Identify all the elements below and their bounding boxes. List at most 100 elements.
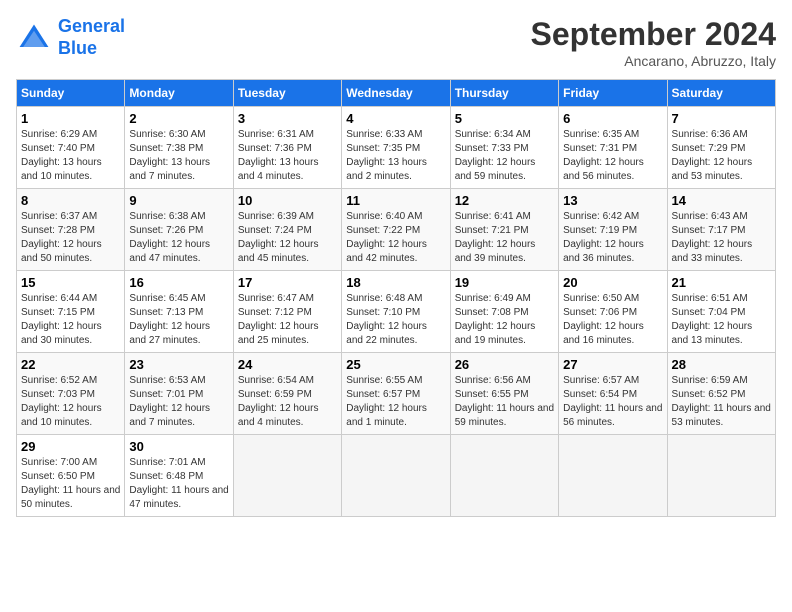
day-info: Sunrise: 6:43 AM Sunset: 7:17 PM Dayligh… <box>672 210 771 266</box>
day-number: 23 <box>129 357 228 372</box>
day-number: 21 <box>672 275 771 290</box>
day-info: Sunrise: 6:54 AM Sunset: 6:59 PM Dayligh… <box>238 374 337 430</box>
day-number: 30 <box>129 439 228 454</box>
day-number: 20 <box>563 275 662 290</box>
calendar-cell: 25 Sunrise: 6:55 AM Sunset: 6:57 PM Dayl… <box>342 353 450 435</box>
page-header: General Blue September 2024 Ancarano, Ab… <box>16 16 776 69</box>
calendar-cell: 28 Sunrise: 6:59 AM Sunset: 6:52 PM Dayl… <box>667 353 775 435</box>
calendar-cell: 16 Sunrise: 6:45 AM Sunset: 7:13 PM Dayl… <box>125 271 233 353</box>
day-info: Sunrise: 6:41 AM Sunset: 7:21 PM Dayligh… <box>455 210 554 266</box>
day-number: 2 <box>129 111 228 126</box>
day-info: Sunrise: 6:42 AM Sunset: 7:19 PM Dayligh… <box>563 210 662 266</box>
calendar-cell: 19 Sunrise: 6:49 AM Sunset: 7:08 PM Dayl… <box>450 271 558 353</box>
day-number: 7 <box>672 111 771 126</box>
day-info: Sunrise: 6:31 AM Sunset: 7:36 PM Dayligh… <box>238 128 337 184</box>
calendar-cell: 13 Sunrise: 6:42 AM Sunset: 7:19 PM Dayl… <box>559 189 667 271</box>
calendar-cell <box>559 435 667 517</box>
weekday-header-wednesday: Wednesday <box>342 80 450 107</box>
day-info: Sunrise: 6:59 AM Sunset: 6:52 PM Dayligh… <box>672 374 771 430</box>
day-number: 4 <box>346 111 445 126</box>
day-info: Sunrise: 6:36 AM Sunset: 7:29 PM Dayligh… <box>672 128 771 184</box>
calendar-table: SundayMondayTuesdayWednesdayThursdayFrid… <box>16 79 776 517</box>
day-info: Sunrise: 6:56 AM Sunset: 6:55 PM Dayligh… <box>455 374 554 430</box>
calendar-cell: 5 Sunrise: 6:34 AM Sunset: 7:33 PM Dayli… <box>450 107 558 189</box>
calendar-cell: 1 Sunrise: 6:29 AM Sunset: 7:40 PM Dayli… <box>17 107 125 189</box>
calendar-cell <box>667 435 775 517</box>
day-info: Sunrise: 6:35 AM Sunset: 7:31 PM Dayligh… <box>563 128 662 184</box>
calendar-cell <box>450 435 558 517</box>
calendar-cell: 6 Sunrise: 6:35 AM Sunset: 7:31 PM Dayli… <box>559 107 667 189</box>
weekday-header-sunday: Sunday <box>17 80 125 107</box>
calendar-cell: 29 Sunrise: 7:00 AM Sunset: 6:50 PM Dayl… <box>17 435 125 517</box>
calendar-cell: 2 Sunrise: 6:30 AM Sunset: 7:38 PM Dayli… <box>125 107 233 189</box>
day-info: Sunrise: 6:30 AM Sunset: 7:38 PM Dayligh… <box>129 128 228 184</box>
calendar-cell: 21 Sunrise: 6:51 AM Sunset: 7:04 PM Dayl… <box>667 271 775 353</box>
location-subtitle: Ancarano, Abruzzo, Italy <box>531 53 776 69</box>
logo: General Blue <box>16 16 125 59</box>
weekday-header-friday: Friday <box>559 80 667 107</box>
calendar-cell: 9 Sunrise: 6:38 AM Sunset: 7:26 PM Dayli… <box>125 189 233 271</box>
day-number: 13 <box>563 193 662 208</box>
calendar-cell: 23 Sunrise: 6:53 AM Sunset: 7:01 PM Dayl… <box>125 353 233 435</box>
day-info: Sunrise: 6:40 AM Sunset: 7:22 PM Dayligh… <box>346 210 445 266</box>
day-info: Sunrise: 6:55 AM Sunset: 6:57 PM Dayligh… <box>346 374 445 430</box>
calendar-cell: 18 Sunrise: 6:48 AM Sunset: 7:10 PM Dayl… <box>342 271 450 353</box>
calendar-cell: 7 Sunrise: 6:36 AM Sunset: 7:29 PM Dayli… <box>667 107 775 189</box>
day-number: 3 <box>238 111 337 126</box>
day-info: Sunrise: 6:49 AM Sunset: 7:08 PM Dayligh… <box>455 292 554 348</box>
day-info: Sunrise: 6:33 AM Sunset: 7:35 PM Dayligh… <box>346 128 445 184</box>
day-info: Sunrise: 6:34 AM Sunset: 7:33 PM Dayligh… <box>455 128 554 184</box>
day-info: Sunrise: 6:57 AM Sunset: 6:54 PM Dayligh… <box>563 374 662 430</box>
calendar-cell: 26 Sunrise: 6:56 AM Sunset: 6:55 PM Dayl… <box>450 353 558 435</box>
calendar-cell <box>233 435 341 517</box>
day-number: 9 <box>129 193 228 208</box>
day-number: 10 <box>238 193 337 208</box>
calendar-cell: 20 Sunrise: 6:50 AM Sunset: 7:06 PM Dayl… <box>559 271 667 353</box>
logo-icon <box>16 20 52 56</box>
day-info: Sunrise: 6:47 AM Sunset: 7:12 PM Dayligh… <box>238 292 337 348</box>
day-number: 11 <box>346 193 445 208</box>
day-number: 19 <box>455 275 554 290</box>
day-number: 15 <box>21 275 120 290</box>
day-info: Sunrise: 7:00 AM Sunset: 6:50 PM Dayligh… <box>21 456 120 512</box>
day-info: Sunrise: 6:52 AM Sunset: 7:03 PM Dayligh… <box>21 374 120 430</box>
calendar-cell: 22 Sunrise: 6:52 AM Sunset: 7:03 PM Dayl… <box>17 353 125 435</box>
day-info: Sunrise: 6:48 AM Sunset: 7:10 PM Dayligh… <box>346 292 445 348</box>
calendar-cell <box>342 435 450 517</box>
calendar-cell: 14 Sunrise: 6:43 AM Sunset: 7:17 PM Dayl… <box>667 189 775 271</box>
month-title: September 2024 <box>531 16 776 53</box>
calendar-cell: 12 Sunrise: 6:41 AM Sunset: 7:21 PM Dayl… <box>450 189 558 271</box>
day-info: Sunrise: 6:53 AM Sunset: 7:01 PM Dayligh… <box>129 374 228 430</box>
calendar-cell: 30 Sunrise: 7:01 AM Sunset: 6:48 PM Dayl… <box>125 435 233 517</box>
title-block: September 2024 Ancarano, Abruzzo, Italy <box>531 16 776 69</box>
calendar-cell: 11 Sunrise: 6:40 AM Sunset: 7:22 PM Dayl… <box>342 189 450 271</box>
day-info: Sunrise: 7:01 AM Sunset: 6:48 PM Dayligh… <box>129 456 228 512</box>
calendar-cell: 15 Sunrise: 6:44 AM Sunset: 7:15 PM Dayl… <box>17 271 125 353</box>
calendar-cell: 10 Sunrise: 6:39 AM Sunset: 7:24 PM Dayl… <box>233 189 341 271</box>
day-number: 16 <box>129 275 228 290</box>
day-info: Sunrise: 6:51 AM Sunset: 7:04 PM Dayligh… <box>672 292 771 348</box>
day-number: 17 <box>238 275 337 290</box>
weekday-header-tuesday: Tuesday <box>233 80 341 107</box>
day-number: 28 <box>672 357 771 372</box>
calendar-cell: 3 Sunrise: 6:31 AM Sunset: 7:36 PM Dayli… <box>233 107 341 189</box>
day-number: 12 <box>455 193 554 208</box>
day-number: 25 <box>346 357 445 372</box>
weekday-header-monday: Monday <box>125 80 233 107</box>
day-info: Sunrise: 6:38 AM Sunset: 7:26 PM Dayligh… <box>129 210 228 266</box>
day-number: 1 <box>21 111 120 126</box>
day-number: 29 <box>21 439 120 454</box>
logo-text: General Blue <box>58 16 125 59</box>
day-info: Sunrise: 6:50 AM Sunset: 7:06 PM Dayligh… <box>563 292 662 348</box>
day-number: 22 <box>21 357 120 372</box>
day-info: Sunrise: 6:37 AM Sunset: 7:28 PM Dayligh… <box>21 210 120 266</box>
day-number: 5 <box>455 111 554 126</box>
day-number: 26 <box>455 357 554 372</box>
day-info: Sunrise: 6:45 AM Sunset: 7:13 PM Dayligh… <box>129 292 228 348</box>
day-number: 8 <box>21 193 120 208</box>
calendar-cell: 8 Sunrise: 6:37 AM Sunset: 7:28 PM Dayli… <box>17 189 125 271</box>
weekday-header-thursday: Thursday <box>450 80 558 107</box>
day-info: Sunrise: 6:29 AM Sunset: 7:40 PM Dayligh… <box>21 128 120 184</box>
day-number: 6 <box>563 111 662 126</box>
day-info: Sunrise: 6:44 AM Sunset: 7:15 PM Dayligh… <box>21 292 120 348</box>
